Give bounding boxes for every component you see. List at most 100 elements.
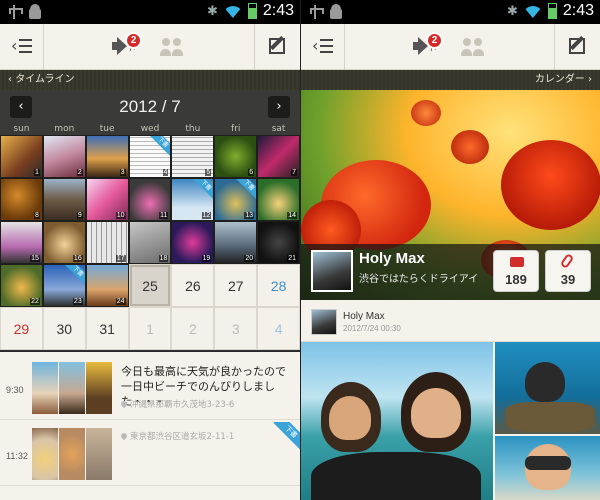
calendar-day[interactable]: 9 — [42, 178, 86, 221]
usb-icon — [8, 4, 23, 20]
notification-badge[interactable]: 2 — [426, 32, 443, 49]
calendar-title: 2012 / 7 — [119, 97, 181, 116]
timeline-photo — [32, 428, 58, 480]
menu-button[interactable] — [301, 24, 345, 70]
action-bar: )) 2 — [301, 24, 600, 70]
menu-button[interactable] — [0, 24, 44, 70]
post-photos — [301, 342, 600, 500]
wifi-icon — [524, 4, 542, 18]
calendar-day[interactable]: 28 — [257, 264, 300, 307]
calendar-day[interactable]: 6 — [214, 135, 258, 178]
post-header[interactable]: Holy Max 2012/7/24 00:30 — [301, 300, 600, 342]
post-photo[interactable] — [495, 436, 600, 500]
calendar-day[interactable]: 5 — [171, 135, 215, 178]
timeline-photo — [86, 428, 112, 480]
photos-count-button[interactable]: 189 — [493, 250, 539, 292]
status-bar: ✱ 2:43 — [0, 0, 300, 24]
calendar-day[interactable]: 11 — [128, 178, 172, 221]
compose-button[interactable] — [254, 24, 300, 70]
profile-name: Holy Max — [359, 250, 425, 267]
location-pin-icon — [119, 431, 129, 441]
calendar-day[interactable]: 30 — [42, 307, 86, 350]
menu-icon — [11, 36, 32, 55]
calendar-day[interactable]: 下書 13 — [214, 178, 258, 221]
avatar[interactable] — [311, 309, 337, 335]
calendar-day[interactable]: 下書 4 — [128, 135, 172, 178]
menu-icon — [312, 36, 333, 55]
timeline-item[interactable]: 9:30 今日も最高に天気が良かったので一日中ビーチでのんびりしました・・・ 沖… — [0, 356, 300, 420]
back-to-timeline: ‹ タイムライン — [8, 74, 75, 85]
timeline-photo — [86, 362, 112, 414]
post-photo[interactable] — [301, 342, 493, 500]
android-icon — [28, 4, 42, 20]
paperclip-icon — [559, 252, 575, 270]
wifi-icon — [224, 4, 242, 18]
timeline-photo — [59, 362, 85, 414]
calendar-day[interactable]: 18 — [128, 221, 172, 264]
profile-bar: Holy Max 渋谷ではたらくドライアイ 189 39 — [301, 244, 600, 300]
chevron-right-icon: › — [584, 74, 592, 85]
post-photo[interactable] — [495, 342, 600, 434]
calendar-day[interactable]: 24 — [85, 264, 129, 307]
usb-icon — [309, 4, 324, 20]
calendar-day[interactable]: 3 — [85, 135, 129, 178]
compose-button[interactable] — [554, 24, 600, 70]
calendar-day[interactable]: 19 — [171, 221, 215, 264]
status-time: 2:43 — [262, 2, 294, 19]
section-bar[interactable]: ‹ タイムライン — [0, 70, 300, 90]
calendar-day-next-month[interactable]: 3 — [214, 307, 258, 350]
calendar-day[interactable]: 8 — [0, 178, 43, 221]
go-to-calendar: カレンダー › — [534, 74, 592, 85]
photo-icon — [510, 257, 524, 267]
friends-icon[interactable] — [160, 38, 184, 56]
calendar-day[interactable]: 1 — [0, 135, 43, 178]
calendar-day[interactable]: 2 — [42, 135, 86, 178]
timeline-time: 11:32 — [6, 451, 28, 461]
calendar-day-next-month[interactable]: 4 — [257, 307, 300, 350]
timeline-list: 9:30 今日も最高に天気が良かったので一日中ビーチでのんびりしました・・・ 沖… — [0, 352, 300, 500]
timeline-photo — [59, 428, 85, 480]
status-bar: ✱ 2:43 — [301, 0, 600, 24]
friends-icon[interactable] — [461, 38, 485, 56]
calendar-day[interactable]: 16 — [42, 221, 86, 264]
location-pin-icon — [119, 399, 129, 409]
calendar-day[interactable]: 下書 12 — [171, 178, 215, 221]
calendar-day[interactable]: 15 — [0, 221, 43, 264]
calendar-day[interactable]: 26 — [171, 264, 215, 307]
calendar: ‹ 2012 / 7 › sun mon tue wed thu fri sat… — [0, 90, 300, 352]
calendar-day[interactable]: 21 — [257, 221, 300, 264]
section-bar[interactable]: カレンダー › — [301, 70, 600, 90]
calendar-day[interactable]: 下書 23 — [42, 264, 86, 307]
timeline-item[interactable]: 下書 11:32 東京都渋谷区道玄坂2-11-1 — [0, 422, 300, 486]
next-month-button[interactable]: › — [268, 96, 290, 118]
calendar-day[interactable]: 20 — [214, 221, 258, 264]
calendar-day-today[interactable]: 25 — [128, 264, 172, 307]
bluetooth-icon: ✱ — [206, 3, 218, 19]
draft-ribbon: 下書 — [273, 422, 300, 450]
calendar-day[interactable]: 27 — [214, 264, 258, 307]
battery-icon — [247, 3, 257, 19]
calendar-day-next-month[interactable]: 1 — [128, 307, 172, 350]
battery-icon — [547, 3, 557, 19]
android-icon — [329, 4, 343, 20]
post-author: Holy Max — [343, 311, 385, 322]
calendar-day[interactable]: 14 — [257, 178, 300, 221]
timeline-screen: ✱ 2:43 )) 2 ‹ タイムライン ‹ 2012 / 7 › — [0, 0, 300, 500]
calendar-day[interactable]: 22 — [0, 264, 43, 307]
clips-count-button[interactable]: 39 — [545, 250, 591, 292]
profile-screen: ✱ 2:43 )) 2 カレンダー › Holy M — [300, 0, 600, 500]
calendar-day[interactable]: 29 — [0, 307, 43, 350]
calendar-day[interactable]: 10 — [85, 178, 129, 221]
timeline-photo — [32, 362, 58, 414]
calendar-grid: 1 2 3 下書 4 5 6 7 8 9 10 11 下書 12 下書 13 14 1… — [0, 135, 300, 350]
timeline-place: 東京都渋谷区道玄坂2-11-1 — [119, 430, 234, 442]
calendar-day-next-month[interactable]: 2 — [171, 307, 215, 350]
calendar-day[interactable]: 7 — [257, 135, 300, 178]
timeline-time: 9:30 — [6, 385, 24, 395]
calendar-day[interactable]: 31 — [85, 307, 129, 350]
calendar-day[interactable]: 17 — [85, 221, 129, 264]
post-date: 2012/7/24 00:30 — [343, 324, 401, 333]
avatar[interactable] — [311, 250, 353, 292]
profile-description: 渋谷ではたらくドライアイ — [359, 274, 479, 285]
notification-badge[interactable]: 2 — [125, 32, 142, 49]
